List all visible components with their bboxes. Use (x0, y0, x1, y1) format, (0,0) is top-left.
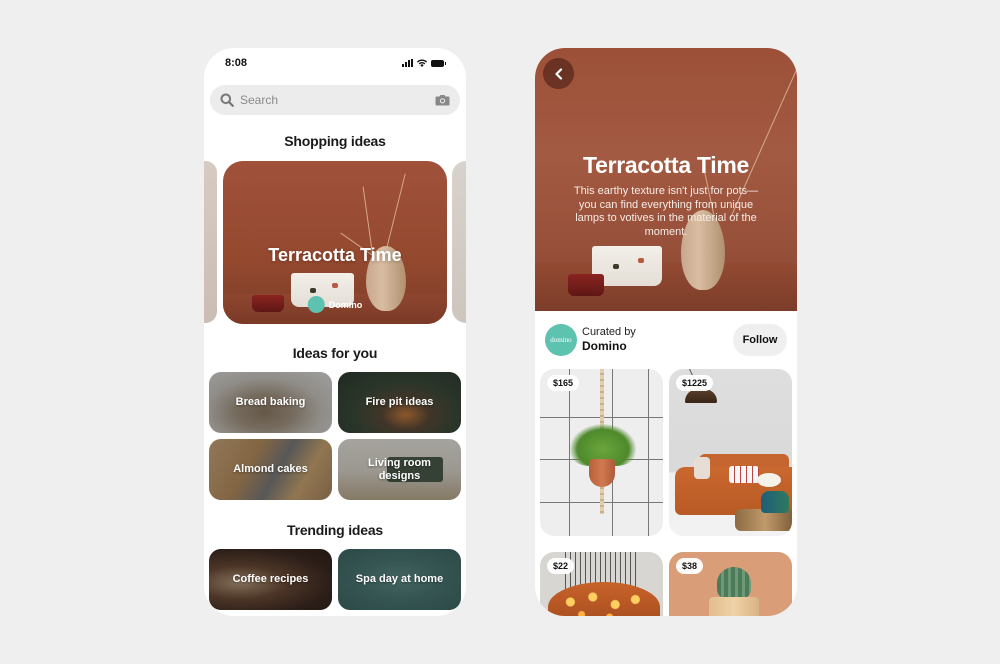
pendant-lamp-image (685, 389, 717, 403)
curator-avatar[interactable]: domino (545, 324, 577, 356)
idea-card-label: Almond cakes (233, 463, 308, 475)
collection-title: Terracotta Time (583, 152, 749, 178)
product-card-macrame-planter[interactable]: $165 (540, 369, 663, 536)
idea-card-label: Bread baking (235, 396, 306, 408)
carousel-card-previous[interactable] (204, 161, 217, 323)
red-bowl-image (568, 274, 604, 296)
curator-avatar (307, 296, 325, 313)
trending-card-label: Spa day at home (355, 573, 444, 585)
idea-card-fire-pit-ideas[interactable]: Fire pit ideas (338, 372, 461, 433)
hero-banner: Terracotta Time This earthy texture isn'… (535, 48, 797, 311)
curator-name[interactable]: Domino (582, 339, 627, 353)
trending-card-label: Coffee recipes (232, 573, 309, 585)
terracotta-pot-image (589, 459, 615, 487)
trending-card-coffee-recipes[interactable]: Coffee recipes (209, 549, 332, 610)
red-bowl-image (252, 295, 284, 312)
status-time: 8:08 (225, 57, 248, 69)
ideas-for-you-grid: Bread baking Fire pit ideas Almond cakes… (209, 372, 461, 500)
product-grid: $165 $1225 $22 $38 (540, 369, 792, 616)
curator-name: Domino (328, 299, 363, 310)
price-badge: $38 (676, 558, 704, 574)
featured-card-curator: Domino (307, 296, 363, 313)
trending-card-spa-day-at-home[interactable]: Spa day at home (338, 549, 461, 610)
idea-card-bread-baking[interactable]: Bread baking (209, 372, 332, 433)
trending-ideas-grid: Coffee recipes Spa day at home (209, 549, 461, 610)
idea-card-living-room-designs[interactable]: Living room designs (338, 439, 461, 500)
chevron-left-icon (554, 67, 562, 80)
wifi-icon (417, 59, 427, 67)
price-badge: $1225 (676, 375, 714, 391)
idea-card-label: Living room designs (368, 456, 431, 482)
search-icon (220, 93, 234, 107)
featured-card-title: Terracotta Time (268, 245, 402, 265)
back-button[interactable] (543, 58, 574, 89)
collection-description: This earthy texture isn't just for pots—… (573, 185, 759, 238)
shopping-ideas-heading: Shopping ideas (284, 133, 386, 149)
curator-avatar-logo: domino (550, 336, 572, 344)
idea-card-label: Fire pit ideas (365, 396, 434, 408)
search-bar[interactable]: Search (210, 85, 460, 115)
phone-collection-screen: Terracotta Time This earthy texture isn'… (535, 48, 797, 616)
curated-by-label: Curated by (582, 326, 636, 338)
ideas-for-you-heading: Ideas for you (292, 345, 378, 361)
status-bar: 8:08 (204, 48, 466, 82)
price-badge: $165 (547, 375, 580, 391)
product-card-orange-sofa[interactable]: $1225 (669, 369, 792, 536)
product-card-pendant-lights[interactable]: $22 (540, 552, 663, 616)
phone-explore-screen: 8:08 Search Shopping ideas Terracotta Ti… (204, 48, 466, 616)
status-icons (402, 59, 446, 67)
follow-button[interactable]: Follow (733, 324, 787, 356)
curator-row: domino Curated by Domino Follow (535, 321, 797, 363)
idea-card-almond-cakes[interactable]: Almond cakes (209, 439, 332, 500)
trending-ideas-heading: Trending ideas (287, 522, 383, 538)
product-card-potted-cactus[interactable]: $38 (669, 552, 792, 616)
featured-card-terracotta[interactable]: Terracotta Time Domino (223, 161, 447, 324)
signal-icon (402, 59, 413, 67)
search-input[interactable]: Search (240, 93, 435, 107)
cactus-image (717, 567, 751, 599)
camera-icon[interactable] (435, 94, 450, 106)
carousel-card-next[interactable] (452, 161, 466, 323)
battery-icon (431, 60, 446, 67)
price-badge: $22 (547, 558, 575, 574)
